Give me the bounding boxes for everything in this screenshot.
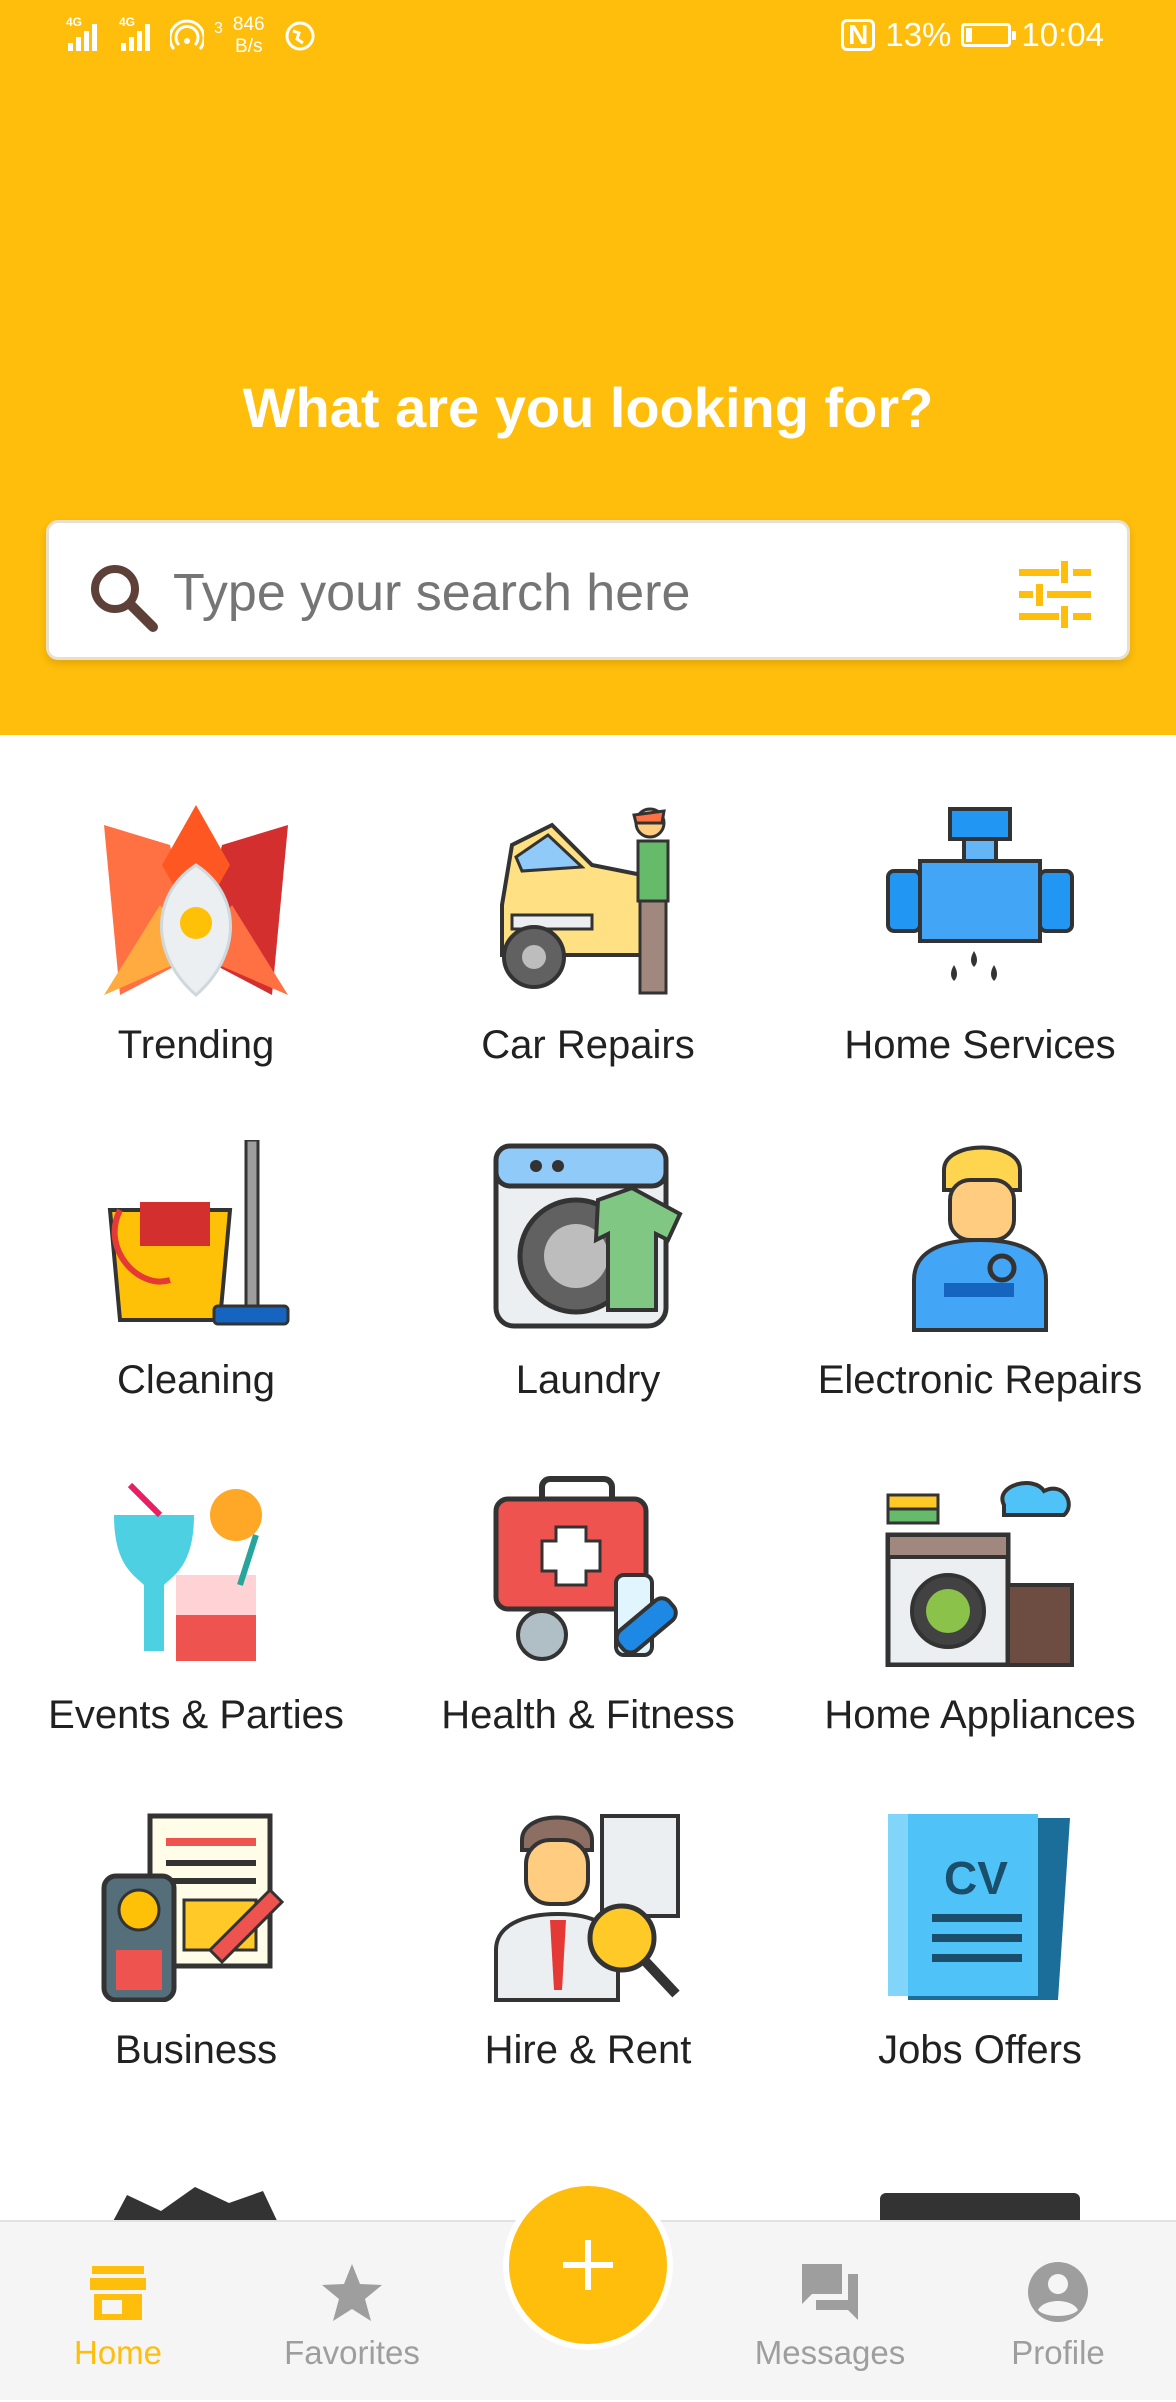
business-invoice-icon <box>101 1813 285 2002</box>
category-label: Trending <box>117 1023 275 1067</box>
signal-icon: 4G <box>66 15 97 51</box>
category-label: Events & Parties <box>48 1693 344 1737</box>
nav-home[interactable]: Home <box>18 2222 218 2402</box>
category-label: Jobs Offers <box>878 2028 1082 2072</box>
plumbing-pipe-icon <box>886 807 1074 981</box>
nav-messages[interactable]: Messages <box>730 2222 930 2402</box>
category-health-fitness[interactable]: Health & Fitness <box>392 1405 784 1737</box>
category-trending[interactable]: Trending <box>0 735 392 1067</box>
cv-document-icon: CV <box>888 1814 1070 2000</box>
category-electronic-repairs[interactable]: Electronic Repairs <box>784 1070 1176 1402</box>
chat-icon <box>802 2264 858 2320</box>
category-label: Hire & Rent <box>484 2028 692 2072</box>
plus-icon <box>563 2240 613 2290</box>
hire-person-icon <box>494 1814 680 2002</box>
network-speed: 846 B/s <box>232 14 265 57</box>
hotspot-icon <box>170 19 204 50</box>
category-hire-rent[interactable]: Hire & Rent <box>392 1740 784 2072</box>
category-label: Home Services <box>844 1023 1116 1067</box>
header: 4G 4G 3 846 B/s N 13% 10:04 What are you… <box>0 0 1176 735</box>
account-circle-icon <box>1028 2262 1088 2322</box>
category-label: Laundry <box>515 1358 661 1402</box>
category-label: Car Repairs <box>481 1023 695 1067</box>
category-business[interactable]: Business <box>0 1740 392 2072</box>
category-label: Health & Fitness <box>441 1693 735 1737</box>
category-label: Business <box>114 2028 278 2072</box>
technician-icon <box>912 1145 1048 1332</box>
category-label: Home Appliances <box>824 1693 1136 1737</box>
battery-percent: 13% <box>885 16 952 53</box>
vpn-icon <box>285 21 315 51</box>
star-icon <box>322 2264 382 2321</box>
washing-machine-icon <box>493 1143 683 1329</box>
search-input[interactable] <box>171 549 1035 637</box>
status-bar: 4G 4G 3 846 B/s N 13% 10:04 <box>0 0 1176 72</box>
category-label: Electronic Repairs <box>817 1358 1143 1402</box>
add-button[interactable] <box>503 2180 673 2350</box>
nav-favorites[interactable]: Favorites <box>252 2222 452 2402</box>
category-home-services[interactable]: Home Services <box>784 735 1176 1067</box>
appliances-icon <box>885 1481 1074 1667</box>
svg-text:CV: CV <box>944 1852 1008 1904</box>
battery-charging-icon <box>961 23 1017 47</box>
category-car-repairs[interactable]: Car Repairs <box>392 735 784 1067</box>
page-title: What are you looking for? <box>242 376 934 439</box>
store-icon <box>90 2266 146 2320</box>
category-label: Cleaning <box>117 1358 275 1402</box>
nav-profile[interactable]: Profile <box>958 2222 1158 2402</box>
signal-icon: 4G <box>119 15 150 51</box>
first-aid-kit-icon <box>493 1476 678 1661</box>
cocktail-icon <box>114 1482 262 1661</box>
category-grid: Trending Car Repairs Home Services Clean… <box>0 735 1176 2220</box>
search-icon[interactable] <box>85 559 161 635</box>
category-cleaning[interactable]: Cleaning <box>0 1070 392 1402</box>
category-jobs-offers[interactable]: CV Jobs Offers <box>784 1740 1176 2072</box>
category-events-parties[interactable]: Events & Parties <box>0 1405 392 1737</box>
filter-sliders-icon[interactable] <box>1019 561 1091 629</box>
category-laundry[interactable]: Laundry <box>392 1070 784 1402</box>
car-repair-icon <box>500 807 670 995</box>
nfc-icon: N <box>841 19 876 51</box>
search-bar[interactable] <box>46 520 1130 660</box>
bucket-mop-icon <box>107 1140 290 1326</box>
category-home-appliances[interactable]: Home Appliances <box>784 1405 1176 1737</box>
trending-flower-icon <box>104 805 288 997</box>
clock: 10:04 <box>1021 16 1104 53</box>
hotspot-count: 3 <box>214 20 223 37</box>
